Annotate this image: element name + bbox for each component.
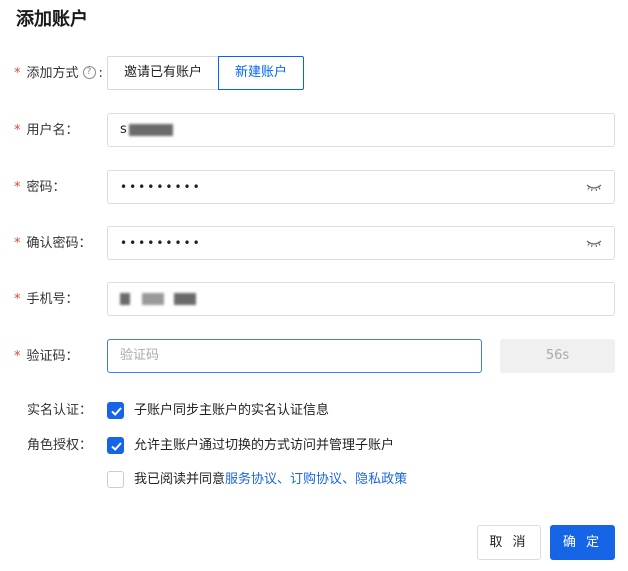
dialog-title: 添加账户 (16, 9, 88, 30)
confirm-password-label: * 确认密码： (14, 236, 92, 251)
code-label: * 验证码： (14, 349, 79, 364)
order-agreement-link[interactable]: 订购协议 (290, 472, 342, 487)
role-row: 角色授权： 允许主账户通过切换的方式访问并管理子账户 (0, 435, 628, 457)
username-row: * 用户名： s (0, 113, 628, 149)
new-account-option[interactable]: 新建账户 (218, 56, 305, 90)
phone-input[interactable] (107, 282, 615, 316)
eye-closed-icon[interactable] (586, 237, 602, 249)
privacy-policy-link[interactable]: 隐私政策 (355, 472, 407, 487)
checkmark-icon (111, 442, 122, 451)
agreement-row: 我已阅读并同意服务协议、订购协议、隐私政策 (0, 469, 628, 491)
agreement-checkbox[interactable] (107, 471, 124, 488)
confirm-password-row: * 确认密码： ••••••••• (0, 226, 628, 262)
phone-row: * 手机号： (0, 282, 628, 318)
code-row: * 验证码： 验证码 56s (0, 339, 628, 375)
redacted-phone (120, 292, 130, 305)
help-icon[interactable]: ? (82, 66, 96, 79)
add-method-label: * 添加方式?: (14, 66, 103, 81)
send-code-countdown-button[interactable]: 56s (500, 339, 615, 373)
agreement-text: 我已阅读并同意服务协议、订购协议、隐私政策 (134, 472, 408, 487)
role-text: 允许主账户通过切换的方式访问并管理子账户 (134, 438, 395, 453)
checkmark-icon (111, 407, 122, 416)
service-agreement-link[interactable]: 服务协议 (225, 472, 277, 487)
invite-existing-account-option[interactable]: 邀请已有账户 (107, 56, 220, 90)
password-row: * 密码： ••••••••• (0, 170, 628, 206)
real-name-text: 子账户同步主账户的实名认证信息 (134, 403, 330, 418)
username-input[interactable]: s (107, 113, 615, 147)
code-input[interactable]: 验证码 (107, 339, 482, 373)
eye-closed-icon[interactable] (586, 181, 602, 193)
real-name-row: 实名认证： 子账户同步主账户的实名认证信息 (0, 400, 628, 422)
password-label: * 密码： (14, 180, 66, 195)
username-label: * 用户名： (14, 123, 79, 138)
redacted-username (128, 123, 173, 136)
real-name-checkbox[interactable] (107, 402, 124, 419)
confirm-button[interactable]: 确 定 (550, 525, 615, 560)
required-mark: * (14, 66, 21, 81)
cancel-button[interactable]: 取 消 (477, 525, 541, 560)
password-input[interactable]: ••••••••• (107, 170, 615, 204)
phone-label: * 手机号： (14, 292, 79, 307)
real-name-label: 实名认证： (27, 403, 93, 418)
confirm-password-input[interactable]: ••••••••• (107, 226, 615, 260)
role-label: 角色授权： (27, 438, 93, 453)
add-method-row: * 添加方式?: 邀请已有账户 新建账户 (0, 56, 628, 92)
role-checkbox[interactable] (107, 437, 124, 454)
add-method-segmented: 邀请已有账户 新建账户 (107, 56, 305, 90)
